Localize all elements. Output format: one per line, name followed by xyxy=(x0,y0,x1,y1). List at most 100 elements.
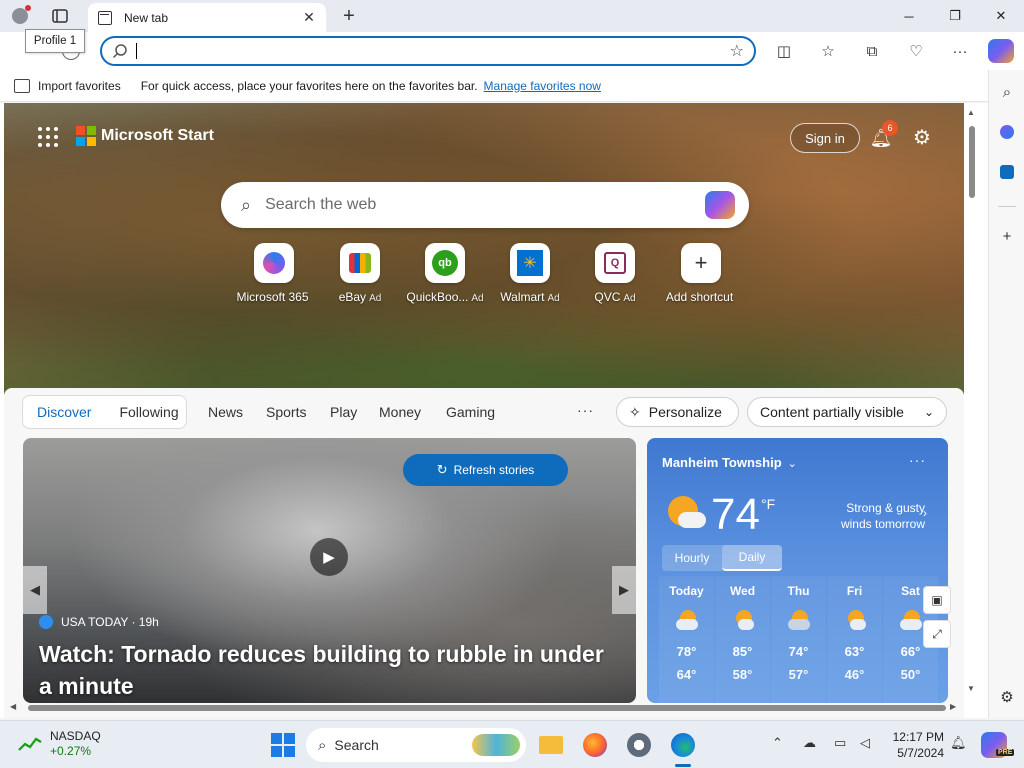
horizontal-scrollbar[interactable]: ◀ ▶ xyxy=(6,702,962,714)
system-clock[interactable]: 12:17 PM 5/7/2024 xyxy=(884,729,944,761)
shortcut-add[interactable]: + Add shortcut xyxy=(659,243,743,309)
scroll-left-arrow-icon[interactable]: ◀ xyxy=(10,702,16,711)
preview-badge: PRE xyxy=(996,749,1015,756)
taskbar-search-label: Search xyxy=(334,737,379,753)
feed-navigation: Discover Following News Sports Play Mone… xyxy=(4,388,964,438)
manage-favorites-link[interactable]: Manage favorites now xyxy=(484,79,601,93)
more-menu-icon[interactable]: ··· xyxy=(950,41,970,61)
tab-close-icon[interactable]: ✕ xyxy=(300,9,318,27)
notification-bell-icon[interactable]: 🔔︎ xyxy=(950,735,967,751)
featured-story-card[interactable]: ↻ Refresh stories ▶ ◀ ▶ USA TODAY · 19h … xyxy=(23,438,636,703)
file-explorer-icon[interactable] xyxy=(537,731,565,759)
shortcut-quickbooks[interactable]: qb QuickBoo... Ad xyxy=(403,243,487,309)
tab-money[interactable]: Money xyxy=(379,404,421,420)
tab-actions-button[interactable] xyxy=(48,6,72,26)
shortcut-qvc[interactable]: Q QVC Ad xyxy=(573,243,657,309)
new-tab-button[interactable]: + xyxy=(338,5,360,27)
day-high: 66° xyxy=(900,644,921,659)
split-screen-icon[interactable]: ◫ xyxy=(774,41,794,61)
shortcut-microsoft-365[interactable]: Microsoft 365 xyxy=(232,243,316,309)
tab-new-tab[interactable]: New tab ✕ xyxy=(88,3,326,32)
sidebar-outlook-icon[interactable] xyxy=(997,162,1017,182)
sidebar-search-icon[interactable]: ⌕ xyxy=(997,82,1017,102)
tab-sports[interactable]: Sports xyxy=(266,404,306,420)
app-launcher-icon[interactable] xyxy=(38,127,58,147)
favorite-star-icon[interactable]: ☆ xyxy=(730,41,744,61)
forecast-day[interactable]: Thu 74° 57° xyxy=(771,576,826,703)
scroll-up-arrow-icon[interactable]: ▲ xyxy=(967,108,975,117)
scroll-down-arrow-icon[interactable]: ▼ xyxy=(967,684,975,693)
sidebar-settings-icon[interactable]: ⚙ xyxy=(997,687,1017,707)
weather-more-icon[interactable]: ··· xyxy=(909,452,926,468)
personalize-label: Personalize xyxy=(648,404,722,420)
address-bar[interactable]: ☆ xyxy=(100,36,756,66)
profile-button[interactable] xyxy=(8,5,32,27)
copilot-button[interactable] xyxy=(988,39,1014,63)
chevron-right-icon[interactable]: › xyxy=(923,506,927,520)
favorites-icon[interactable]: ☆ xyxy=(818,41,838,61)
sign-in-button[interactable]: Sign in xyxy=(790,123,860,153)
toggle-daily[interactable]: Daily xyxy=(722,545,782,571)
partly-sunny-icon xyxy=(666,496,706,536)
expand-icon[interactable]: ⤢ xyxy=(923,620,951,648)
personalize-button[interactable]: ✧ Personalize xyxy=(616,397,739,427)
settings-icon[interactable] xyxy=(625,731,653,759)
refresh-stories-button[interactable]: ↻ Refresh stories xyxy=(403,454,568,486)
tab-gaming[interactable]: Gaming xyxy=(446,404,495,420)
forecast-day[interactable]: Fri 63° 46° xyxy=(827,576,882,703)
copilot-search-icon[interactable] xyxy=(705,191,735,219)
horizontal-scroll-thumb[interactable] xyxy=(28,705,946,711)
forecast-day[interactable]: Wed 85° 58° xyxy=(715,576,770,703)
page-settings-gear-icon[interactable]: ⚙ xyxy=(910,125,934,149)
edge-browser-icon[interactable] xyxy=(669,731,697,759)
weather-alert-note[interactable]: Strong & gusty winds tomorrow xyxy=(813,500,925,532)
web-search-placeholder[interactable]: Search the web xyxy=(265,196,705,214)
image-search-icon[interactable]: ▣ xyxy=(923,586,951,614)
ad-label: Ad xyxy=(369,293,382,304)
toggle-hourly[interactable]: Hourly xyxy=(662,545,722,571)
import-favorites-button[interactable]: Import favorites xyxy=(38,79,121,93)
brand-title[interactable]: Microsoft Start xyxy=(101,127,214,145)
restore-button[interactable]: ❐ xyxy=(932,0,978,32)
scroll-right-arrow-icon[interactable]: ▶ xyxy=(950,702,956,711)
weather-location[interactable]: Manheim Township ⌄ xyxy=(662,455,797,470)
show-hidden-icons-chevron-icon[interactable]: ⌃ xyxy=(772,735,783,751)
sidebar-copilot-icon[interactable] xyxy=(997,122,1017,142)
tab-play[interactable]: Play xyxy=(330,404,357,420)
sidebar-add-icon[interactable]: + xyxy=(997,226,1017,246)
address-input-caret[interactable] xyxy=(136,43,137,59)
browser-essentials-icon[interactable]: ♡ xyxy=(906,41,926,61)
play-video-icon[interactable]: ▶ xyxy=(310,538,348,576)
vertical-scroll-thumb[interactable] xyxy=(969,126,975,198)
shortcut-walmart[interactable]: ✳ Walmart Ad xyxy=(488,243,572,309)
new-tab-page: Microsoft Start Sign in 🔔︎ 6 ⚙ ⌕ Search … xyxy=(0,103,988,718)
tab-following[interactable]: Following xyxy=(105,404,192,420)
windows-start-icon[interactable] xyxy=(271,733,295,757)
day-name: Sat xyxy=(901,584,920,598)
stock-widget[interactable]: NASDAQ +0.27% xyxy=(18,729,101,759)
network-icon[interactable]: ▭ xyxy=(834,735,846,751)
close-window-button[interactable]: ✕ xyxy=(978,0,1024,32)
forecast-day[interactable]: Today 78° 64° xyxy=(659,576,714,703)
web-search-box[interactable]: ⌕ Search the web xyxy=(221,182,749,228)
weather-card[interactable]: Manheim Township ⌄ ··· 74 °F Strong & gus… xyxy=(647,438,948,703)
story-headline[interactable]: Watch: Tornado reduces building to rubbl… xyxy=(39,638,619,702)
vertical-scrollbar[interactable]: ▲ ▼ xyxy=(966,108,978,698)
content-visibility-dropdown[interactable]: Content partially visible ⌄ xyxy=(747,397,947,427)
carousel-prev-arrow-icon[interactable]: ◀ xyxy=(23,566,47,614)
carousel-next-arrow-icon[interactable]: ▶ xyxy=(612,566,636,614)
minimize-button[interactable]: ─ xyxy=(886,0,932,32)
temperature-unit[interactable]: °F xyxy=(761,496,775,512)
tab-discover[interactable]: Discover xyxy=(23,404,105,420)
tab-news[interactable]: News xyxy=(208,404,243,420)
taskbar-search-box[interactable]: ⌕ Search xyxy=(306,728,526,762)
feed-segment-control: Discover Following xyxy=(22,395,187,429)
volume-mute-icon[interactable]: ◁ xyxy=(860,735,870,751)
shortcut-ebay[interactable]: eBay Ad xyxy=(318,243,402,309)
partly-cloudy-icon xyxy=(898,610,924,632)
collections-icon[interactable]: ⧉ xyxy=(862,41,882,61)
personalize-sparkle-icon: ✧ xyxy=(629,403,641,420)
firefox-icon[interactable] xyxy=(581,731,609,759)
onedrive-icon[interactable]: ☁ xyxy=(803,735,816,751)
feed-more-menu[interactable]: ··· xyxy=(577,402,594,418)
